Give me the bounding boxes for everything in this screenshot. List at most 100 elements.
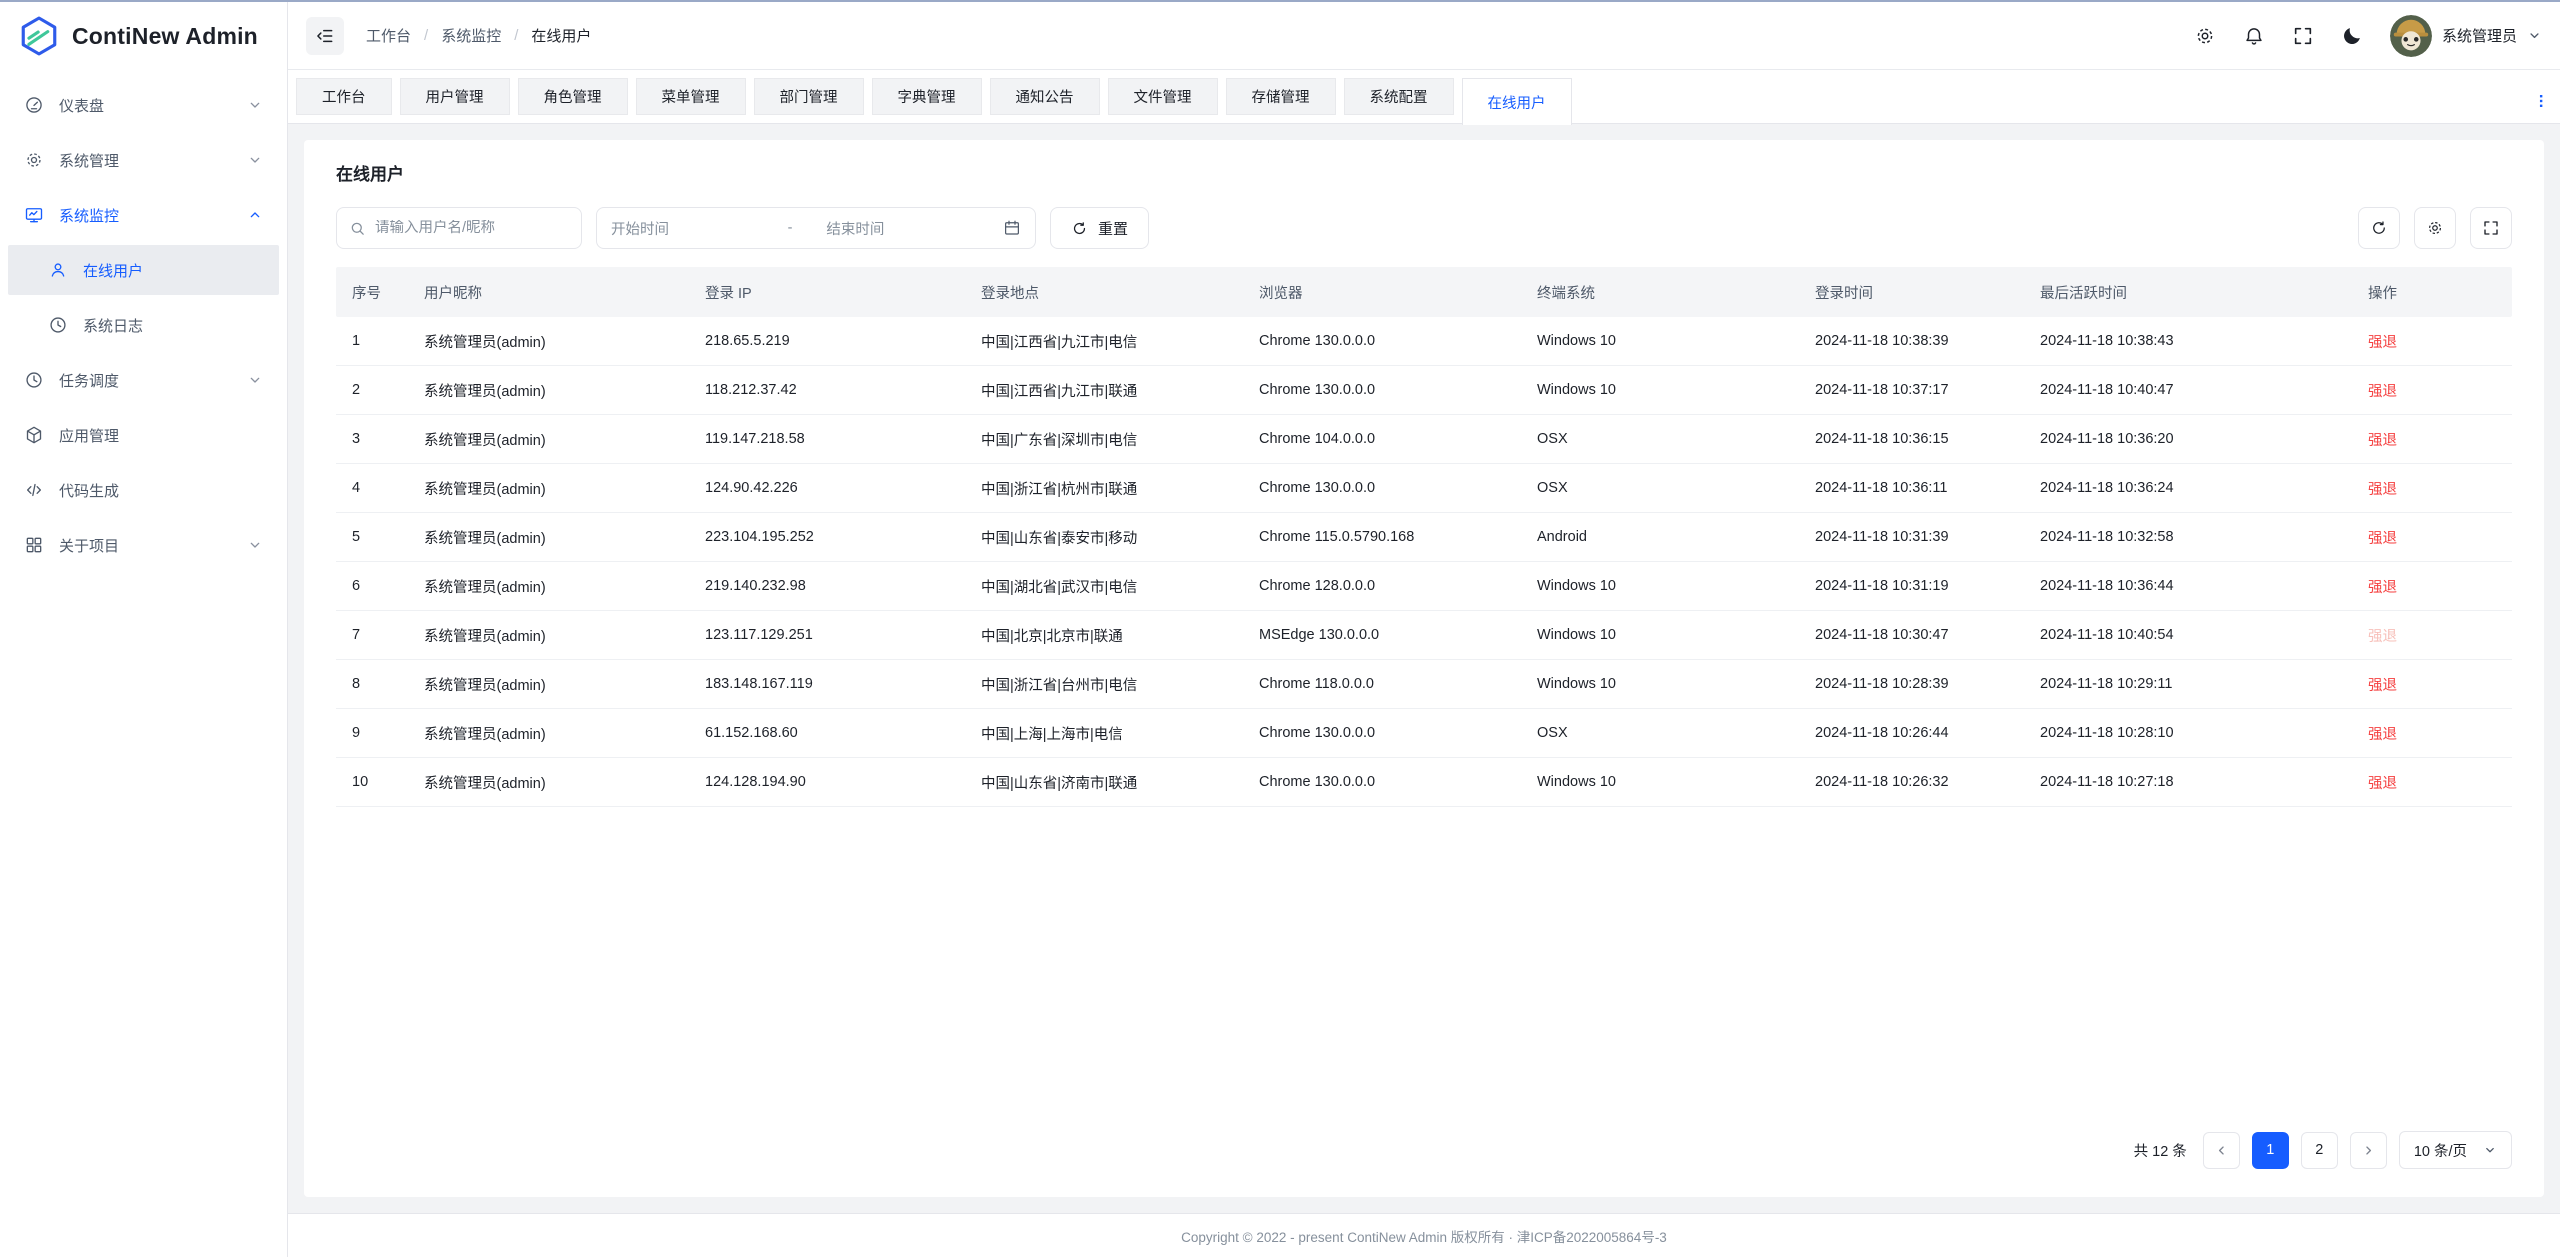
more-vertical-icon[interactable] xyxy=(2532,92,2550,110)
logo[interactable]: ContiNew Admin xyxy=(0,2,287,70)
page-content: 在线用户 开始时间 - 结束时间 xyxy=(288,124,2560,1213)
cell-login-time: 2024-11-18 10:30:47 xyxy=(1799,627,2024,643)
pagination-page-1[interactable]: 1 xyxy=(2252,1132,2289,1169)
pagination-next-button[interactable] xyxy=(2350,1132,2387,1169)
sidebar-item-about-project[interactable]: 关于项目 xyxy=(8,520,279,570)
tab-online-users[interactable]: 在线用户 xyxy=(1462,78,1572,125)
user-icon xyxy=(48,260,68,280)
bell-icon[interactable] xyxy=(2243,25,2265,47)
cell-login-time: 2024-11-18 10:28:39 xyxy=(1799,676,2024,692)
cell-ip: 124.128.194.90 xyxy=(689,774,965,790)
tab-department-management[interactable]: 部门管理 xyxy=(754,78,864,115)
page-size-value: 10 条/页 xyxy=(2414,1140,2467,1161)
tab-file-management[interactable]: 文件管理 xyxy=(1108,78,1218,115)
cell-os: Windows 10 xyxy=(1521,382,1799,398)
cell-login-time: 2024-11-18 10:36:15 xyxy=(1799,431,2024,447)
refresh-button[interactable] xyxy=(2358,207,2400,249)
cell-browser: Chrome 130.0.0.0 xyxy=(1243,480,1521,496)
cell-location: 中国|浙江省|台州市|电信 xyxy=(965,674,1243,695)
column-settings-button[interactable] xyxy=(2414,207,2456,249)
table-fullscreen-button[interactable] xyxy=(2470,207,2512,249)
cell-ip: 123.117.129.251 xyxy=(689,627,965,643)
cell-last-active: 2024-11-18 10:36:20 xyxy=(2024,431,2352,447)
moon-icon[interactable] xyxy=(2341,25,2363,47)
sidebar-item-code-generation[interactable]: 代码生成 xyxy=(8,465,279,515)
force-logout-link[interactable]: 强退 xyxy=(2368,580,2397,596)
cell-last-active: 2024-11-18 10:28:10 xyxy=(2024,725,2352,741)
search-input[interactable] xyxy=(375,220,569,236)
tab-user-management[interactable]: 用户管理 xyxy=(400,78,510,115)
cell-browser: Chrome 104.0.0.0 xyxy=(1243,431,1521,447)
cell-nickname: 系统管理员(admin) xyxy=(408,674,689,695)
cell-last-active: 2024-11-18 10:29:11 xyxy=(2024,676,2352,692)
cell-index: 4 xyxy=(336,480,408,496)
tab-dict-management[interactable]: 字典管理 xyxy=(872,78,982,115)
breadcrumb-item[interactable]: 工作台 xyxy=(366,25,411,46)
table-row: 9 系统管理员(admin) 61.152.168.60 中国|上海|上海市|电… xyxy=(336,709,2512,758)
tab-system-config[interactable]: 系统配置 xyxy=(1344,78,1454,115)
page-title: 在线用户 xyxy=(336,160,2512,185)
filter-row: 开始时间 - 结束时间 重置 xyxy=(336,207,2512,249)
tab-menu-management[interactable]: 菜单管理 xyxy=(636,78,746,115)
cell-index: 1 xyxy=(336,333,408,349)
breadcrumb-item[interactable]: 系统监控 xyxy=(441,25,501,46)
refresh-icon xyxy=(1071,220,1088,237)
cell-login-time: 2024-11-18 10:26:44 xyxy=(1799,725,2024,741)
force-logout-link[interactable]: 强退 xyxy=(2368,335,2397,351)
cell-login-time: 2024-11-18 10:31:39 xyxy=(1799,529,2024,545)
date-range-picker[interactable]: 开始时间 - 结束时间 xyxy=(596,207,1036,249)
sidebar-item-label: 任务调度 xyxy=(59,370,232,391)
col-header-ip: 登录 IP xyxy=(689,282,965,303)
force-logout-link[interactable]: 强退 xyxy=(2368,384,2397,400)
cell-location: 中国|上海|上海市|电信 xyxy=(965,723,1243,744)
tab-notice[interactable]: 通知公告 xyxy=(990,78,1100,115)
pagination-prev-button[interactable] xyxy=(2203,1132,2240,1169)
tab-label: 角色管理 xyxy=(544,86,602,107)
tab-workbench[interactable]: 工作台 xyxy=(296,78,392,115)
pagination-page-2[interactable]: 2 xyxy=(2301,1132,2338,1169)
force-logout-link[interactable]: 强退 xyxy=(2368,482,2397,498)
chevron-left-icon xyxy=(2214,1143,2229,1158)
reset-label: 重置 xyxy=(1098,218,1128,239)
page-size-select[interactable]: 10 条/页 xyxy=(2399,1131,2512,1169)
cell-os: OSX xyxy=(1521,431,1799,447)
breadcrumb: 工作台 / 系统监控 / 在线用户 xyxy=(366,25,591,46)
cell-os: OSX xyxy=(1521,480,1799,496)
gear-icon xyxy=(2426,219,2444,237)
sidebar-collapse-button[interactable] xyxy=(306,17,344,55)
cell-index: 8 xyxy=(336,676,408,692)
cell-ip: 183.148.167.119 xyxy=(689,676,965,692)
footer: Copyright © 2022 - present ContiNew Admi… xyxy=(288,1213,2560,1257)
force-logout-link[interactable]: 强退 xyxy=(2368,678,2397,694)
cell-browser: Chrome 130.0.0.0 xyxy=(1243,382,1521,398)
sidebar-item-task-scheduling[interactable]: 任务调度 xyxy=(8,355,279,405)
sidebar-item-system-monitor[interactable]: 系统监控 xyxy=(8,190,279,240)
force-logout-link[interactable]: 强退 xyxy=(2368,776,2397,792)
copyright-text: Copyright © 2022 - present ContiNew Admi… xyxy=(1181,1226,1667,1246)
sidebar-item-system-management[interactable]: 系统管理 xyxy=(8,135,279,185)
sidebar-item-app-management[interactable]: 应用管理 xyxy=(8,410,279,460)
cell-os: Windows 10 xyxy=(1521,578,1799,594)
reset-button[interactable]: 重置 xyxy=(1050,207,1149,249)
tab-role-management[interactable]: 角色管理 xyxy=(518,78,628,115)
cell-nickname: 系统管理员(admin) xyxy=(408,478,689,499)
force-logout-link[interactable]: 强退 xyxy=(2368,433,2397,449)
cell-os: Windows 10 xyxy=(1521,774,1799,790)
force-logout-link[interactable]: 强退 xyxy=(2368,727,2397,743)
fullscreen-icon[interactable] xyxy=(2292,25,2314,47)
sidebar-item-online-users[interactable]: 在线用户 xyxy=(8,245,279,295)
cell-os: Android xyxy=(1521,529,1799,545)
col-header-login-time: 登录时间 xyxy=(1799,282,2024,303)
sidebar-item-system-logs[interactable]: 系统日志 xyxy=(8,300,279,350)
sidebar-item-dashboard[interactable]: 仪表盘 xyxy=(8,80,279,130)
cell-ip: 61.152.168.60 xyxy=(689,725,965,741)
tab-storage-management[interactable]: 存储管理 xyxy=(1226,78,1336,115)
cell-index: 2 xyxy=(336,382,408,398)
cube-icon xyxy=(24,425,44,445)
settings-icon[interactable] xyxy=(2194,25,2216,47)
logo-title: ContiNew Admin xyxy=(72,23,258,50)
table-row: 6 系统管理员(admin) 219.140.232.98 中国|湖北省|武汉市… xyxy=(336,562,2512,611)
user-menu[interactable]: 系统管理员 xyxy=(2390,15,2542,57)
force-logout-link[interactable]: 强退 xyxy=(2368,531,2397,547)
breadcrumb-item-current: 在线用户 xyxy=(531,25,591,46)
